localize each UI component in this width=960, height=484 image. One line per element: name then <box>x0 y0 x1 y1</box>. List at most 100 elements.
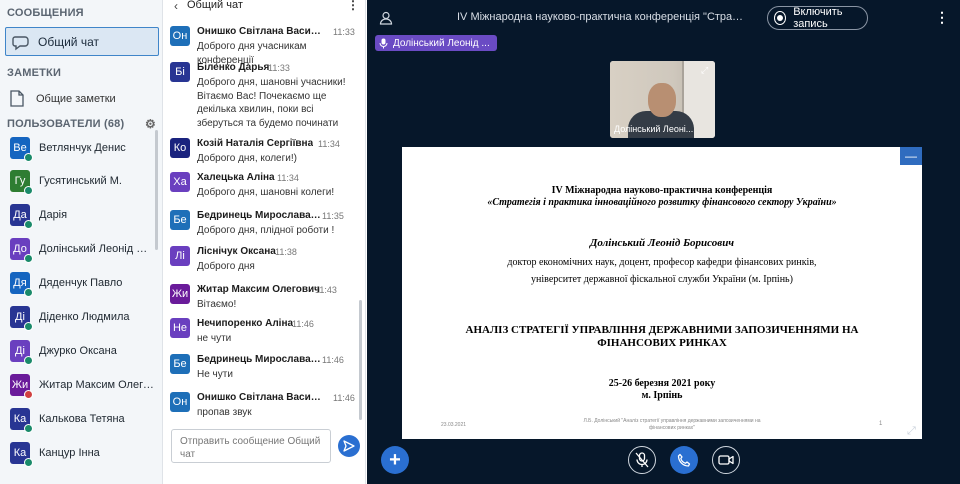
user-name: Житар Максим Олегович <box>39 379 154 391</box>
avatar-initials: Ді <box>15 311 25 323</box>
record-button[interactable]: Включить запись <box>767 6 868 30</box>
message-timestamp: 11:33 <box>268 63 290 73</box>
meeting-title: IV Міжнародна науково-практична конферен… <box>457 11 747 23</box>
user-list-item[interactable]: Ка Канцур Інна <box>10 441 155 467</box>
message-text: Вітаємо! <box>197 299 237 310</box>
message-timestamp: 11:34 <box>318 139 340 149</box>
avatar[interactable]: Бе <box>170 354 190 374</box>
message-text: пропав звук <box>197 407 252 418</box>
message-sender: Бедринець Мирослава Дм. <box>197 354 323 365</box>
avatar: Ка <box>10 442 33 467</box>
avatar[interactable]: Бі <box>170 62 190 82</box>
shared-notes-label: Общие заметки <box>36 92 116 105</box>
shared-notes-item[interactable]: Общие заметки <box>10 90 116 107</box>
message-timestamp: 11:46 <box>333 393 355 403</box>
webcam-toggle-button[interactable] <box>712 446 740 474</box>
video-camera-icon <box>718 455 734 465</box>
microphone-muted-icon <box>635 452 649 468</box>
more-options-icon[interactable]: ⋮ <box>347 0 359 12</box>
avatar[interactable]: Не <box>170 318 190 338</box>
message-sender: Біленко Дарья <box>197 62 270 73</box>
user-list-item[interactable]: Ка Калькова Тетяна <box>10 407 155 433</box>
user-list-item[interactable]: Ве Ветлянчук Денис <box>10 136 155 162</box>
expand-icon[interactable]: ⤢ <box>701 65 711 75</box>
user-name: Калькова Тетяна <box>39 413 125 425</box>
note-icon <box>10 90 24 107</box>
webcam-person-head <box>648 83 676 117</box>
message-sender: Халецька Аліна <box>197 172 275 183</box>
message-sender: Житар Максим Олегович <box>197 284 320 295</box>
user-list-item[interactable]: Ді Діденко Людмила <box>10 305 155 331</box>
presentation-slide: — IV Міжнародна науково-практична конфер… <box>402 147 922 439</box>
slide-footer-caption: Л.Б. Долінський "Аналіз стратегії управл… <box>583 418 761 431</box>
message-sender: Онишко Світлана Василі... <box>197 392 323 403</box>
avatar[interactable]: Жи <box>170 284 190 304</box>
message-sender: Бедринець Мирослава Дм. <box>197 210 323 221</box>
presence-status-icon <box>24 254 33 263</box>
avatar: До <box>10 238 33 263</box>
user-name: Діденко Людмила <box>39 311 130 323</box>
presence-status-icon <box>24 322 33 331</box>
chat-scrollbar[interactable] <box>359 300 362 420</box>
add-action-button[interactable]: + <box>381 446 409 474</box>
user-list-toggle-icon[interactable] <box>379 11 393 25</box>
avatar[interactable]: Он <box>170 392 190 412</box>
user-list-item[interactable]: До Долінський Леонід Бори... <box>10 237 155 263</box>
avatar-initials: Ка <box>13 413 27 425</box>
chat-title: Общий чат <box>187 0 243 11</box>
avatar: Ка <box>10 408 33 433</box>
avatar-initials: Ка <box>13 447 27 459</box>
sidebar-scrollbar[interactable] <box>155 130 158 250</box>
slide-conference-title: IV Міжнародна науково-практична конферен… <box>551 185 773 196</box>
gear-icon[interactable]: ⚙ <box>145 118 157 130</box>
avatar[interactable]: Ко <box>170 138 190 158</box>
users-section-title: ПОЛЬЗОВАТЕЛИ (68) <box>7 118 125 130</box>
message-timestamp: 11:46 <box>322 355 344 365</box>
avatar-initials: Гу <box>14 175 26 187</box>
user-name: Дарія <box>39 209 68 221</box>
public-chat-item[interactable]: Общий чат <box>5 27 159 56</box>
mute-microphone-button[interactable] <box>628 446 656 474</box>
message-text: Доброго дня, колеги!) <box>197 153 297 164</box>
options-menu-icon[interactable]: ⋮ <box>935 9 949 26</box>
user-name: Ветлянчук Денис <box>39 142 126 154</box>
avatar[interactable]: Ха <box>170 172 190 192</box>
user-list-item[interactable]: Гу Гусятинський М. <box>10 169 155 195</box>
message-timestamp: 11:35 <box>322 211 344 221</box>
slide-author-affiliation: університет державної фіскальної служби … <box>531 274 793 285</box>
send-button[interactable] <box>338 435 360 457</box>
message-sender: Козій Наталія Сергіївна <box>197 138 314 149</box>
avatar: Ді <box>10 340 33 365</box>
main-area: IV Міжнародна науково-практична конферен… <box>367 0 960 484</box>
chat-message-input[interactable]: Отправить сообщение Общий чат <box>171 429 331 463</box>
user-list-item[interactable]: Дя Дяденчук Павло <box>10 271 155 297</box>
avatar[interactable]: Бе <box>170 210 190 230</box>
avatar: Дя <box>10 272 33 297</box>
minimize-presentation-button[interactable]: — <box>900 147 922 165</box>
slide-author-name: Долінський Леонід Борисович <box>589 237 735 249</box>
message-text: Доброго дня, шановні колеги! <box>197 187 335 198</box>
avatar[interactable]: Лі <box>170 246 190 266</box>
message-timestamp: 11:38 <box>275 247 297 257</box>
message-timestamp: 11:33 <box>333 27 355 37</box>
message-timestamp: 11:43 <box>315 285 337 295</box>
fullscreen-icon[interactable]: ⤢ <box>907 425 921 439</box>
record-icon <box>774 11 787 25</box>
message-text: не чути <box>197 333 232 344</box>
avatar[interactable]: Он <box>170 26 190 46</box>
webcam-video[interactable]: Долінський Леоні... ⤢ <box>610 61 715 138</box>
public-chat-label: Общий чат <box>38 34 99 49</box>
slide-date: 25-26 березня 2021 року <box>608 378 716 389</box>
presence-status-icon <box>24 220 33 229</box>
slide-page-number: 1 <box>879 421 883 427</box>
audio-phone-button[interactable] <box>670 446 698 474</box>
avatar: Жи <box>10 374 33 399</box>
user-list-item[interactable]: Ді Джурко Оксана <box>10 339 155 365</box>
back-chevron-icon[interactable]: ‹ <box>174 0 178 13</box>
record-label: Включить запись <box>793 6 843 30</box>
user-list-item[interactable]: Да Дарія <box>10 203 155 229</box>
user-name: Дяденчук Павло <box>39 277 123 289</box>
user-list-item[interactable]: Жи Житар Максим Олегович <box>10 373 155 399</box>
avatar-initials: До <box>13 243 27 255</box>
slide-location: м. Ірпінь <box>641 390 683 401</box>
